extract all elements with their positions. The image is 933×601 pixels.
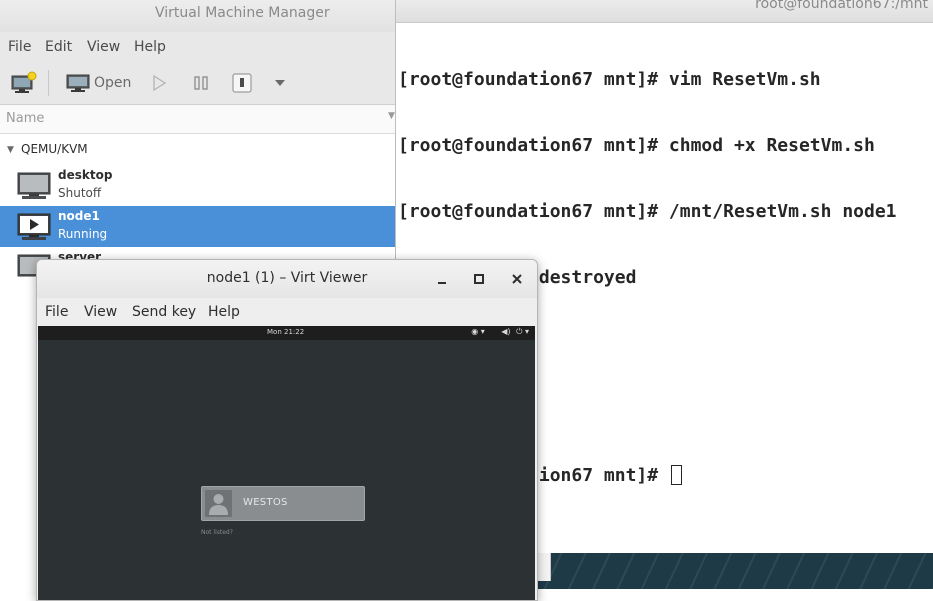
not-listed-link[interactable]: Not listed? — [201, 529, 233, 536]
vm-status: Shutoff — [58, 186, 102, 200]
menu-help[interactable]: Help — [134, 39, 166, 55]
terminal-cursor — [670, 465, 682, 485]
vmm-menubar: File Edit View Help — [0, 32, 395, 62]
new-vm-icon — [11, 71, 37, 93]
guest-system-tray[interactable]: ◉ ▾ ◀) ⏻ ▾ — [471, 327, 529, 337]
power-icon[interactable]: ⏻ ▾ — [516, 327, 529, 336]
user-login-item[interactable]: WESTOS — [201, 486, 365, 521]
new-vm-button[interactable] — [10, 69, 38, 97]
shutdown-icon — [232, 73, 252, 93]
viewer-titlebar[interactable]: node1 (1) – Virt Viewer — [37, 260, 537, 298]
guest-display[interactable]: Mon 21:22 ◉ ▾ ◀) ⏻ ▾ WESTOS Not listed? — [38, 326, 535, 600]
terminal-line: [root@foundation67 mnt]# vim ResetVm.sh — [398, 69, 821, 90]
open-button[interactable]: Open — [66, 69, 131, 97]
user-icon — [209, 494, 228, 515]
vm-off-icon — [17, 172, 51, 199]
menu-edit[interactable]: Edit — [45, 39, 72, 55]
menu-file[interactable]: File — [8, 39, 31, 55]
run-button[interactable] — [150, 69, 168, 97]
viewer-title: node1 (1) – Virt Viewer — [206, 270, 368, 286]
pause-icon — [194, 76, 208, 90]
chevron-down-icon — [275, 80, 285, 86]
sort-arrow-icon: ▼ — [388, 111, 395, 121]
terminal-titlebar[interactable]: root@foundation67:/mnt — [396, 0, 933, 23]
vmm-titlebar[interactable]: Virtual Machine Manager — [0, 0, 395, 32]
guest-top-bar: Mon 21:22 ◉ ▾ ◀) ⏻ ▾ — [38, 326, 535, 340]
virt-viewer-window[interactable]: node1 (1) – Virt Viewer File View Send k… — [36, 259, 538, 601]
connection-label: QEMU/KVM — [21, 142, 88, 156]
viewer-menu-send-key[interactable]: Send key — [132, 304, 196, 320]
column-header[interactable]: Name ▼ — [0, 105, 395, 134]
minimize-icon — [438, 282, 446, 284]
viewer-menubar: File View Send key Help — [37, 298, 537, 326]
viewer-menu-file[interactable]: File — [45, 304, 68, 320]
avatar — [205, 490, 232, 517]
terminal-title: root@foundation67:/mnt — [755, 0, 928, 12]
column-name-label: Name — [6, 111, 45, 126]
accessibility-icon[interactable]: ◉ ▾ — [471, 327, 485, 336]
vm-row-node1[interactable]: node1 Running — [0, 206, 395, 247]
menu-view[interactable]: View — [87, 39, 120, 55]
toolbar-separator — [48, 70, 49, 96]
guest-clock[interactable]: Mon 21:22 — [267, 328, 304, 336]
shutdown-button[interactable] — [231, 69, 253, 97]
close-button[interactable] — [506, 268, 528, 290]
vm-running-icon — [17, 213, 51, 240]
maximize-button[interactable] — [468, 268, 490, 290]
shutdown-menu-button[interactable] — [274, 69, 286, 97]
viewer-menu-help[interactable]: Help — [208, 304, 240, 320]
vm-name: desktop — [58, 168, 113, 182]
background-window-edge — [536, 553, 551, 581]
vm-row-desktop[interactable]: desktop Shutoff — [0, 165, 395, 206]
volume-icon[interactable]: ◀) — [501, 327, 510, 336]
viewer-menu-view[interactable]: View — [84, 304, 117, 320]
vm-name: node1 — [58, 209, 100, 223]
maximize-icon — [474, 274, 484, 284]
connection-group[interactable]: ▼ QEMU/KVM — [0, 140, 395, 162]
monitor-icon — [66, 74, 90, 92]
login-username: WESTOS — [243, 497, 288, 508]
expander-arrow-icon[interactable]: ▼ — [7, 145, 14, 155]
close-icon — [512, 274, 522, 284]
vmm-title: Virtual Machine Manager — [155, 5, 330, 21]
vm-status: Running — [58, 227, 108, 241]
vmm-toolbar: Open — [0, 62, 395, 105]
desktop-background — [536, 553, 933, 589]
terminal-line: [root@foundation67 mnt]# /mnt/ResetVm.sh… — [398, 201, 897, 222]
terminal-line: [root@foundation67 mnt]# chmod +x ResetV… — [398, 135, 875, 156]
open-label: Open — [94, 75, 132, 91]
minimize-button[interactable] — [431, 268, 453, 290]
play-icon — [153, 74, 167, 92]
pause-button[interactable] — [192, 69, 210, 97]
